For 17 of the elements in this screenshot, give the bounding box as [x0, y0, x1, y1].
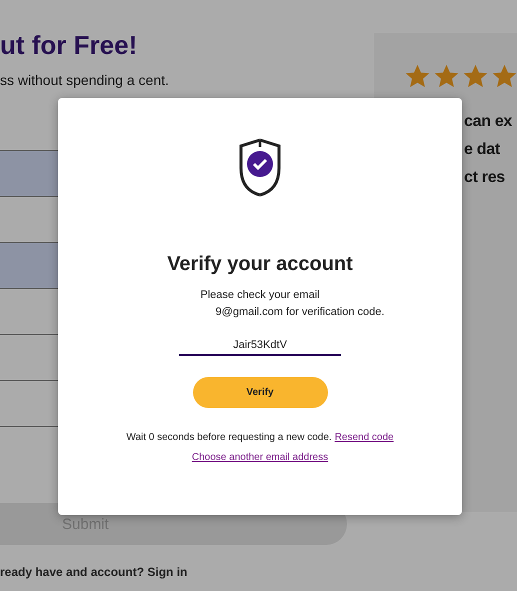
star-icon [404, 63, 431, 90]
message-text: 9@gmail.com for verification code. [214, 306, 384, 318]
page-subheading: ss without spending a cent. [0, 72, 170, 88]
message-text: Please check your email [200, 289, 320, 301]
star-icon [462, 63, 489, 90]
change-email-link[interactable]: Choose another email address [192, 452, 328, 463]
star-icon [491, 63, 517, 90]
page-heading: ut for Free! [0, 30, 138, 62]
resend-code-link[interactable]: Resend code [334, 432, 394, 443]
verify-button[interactable]: Verify [192, 377, 328, 408]
testimonial-text: can ex [464, 112, 514, 132]
testimonial-text: e dat [464, 140, 501, 160]
signin-text: ready have and account? Sign in [0, 565, 188, 579]
testimonial-text: ct res [464, 168, 506, 188]
wait-text: Wait 0 seconds before requesting a new code. [126, 432, 332, 443]
star-icon [433, 63, 460, 90]
dialog-title: Verify your account [167, 253, 353, 276]
